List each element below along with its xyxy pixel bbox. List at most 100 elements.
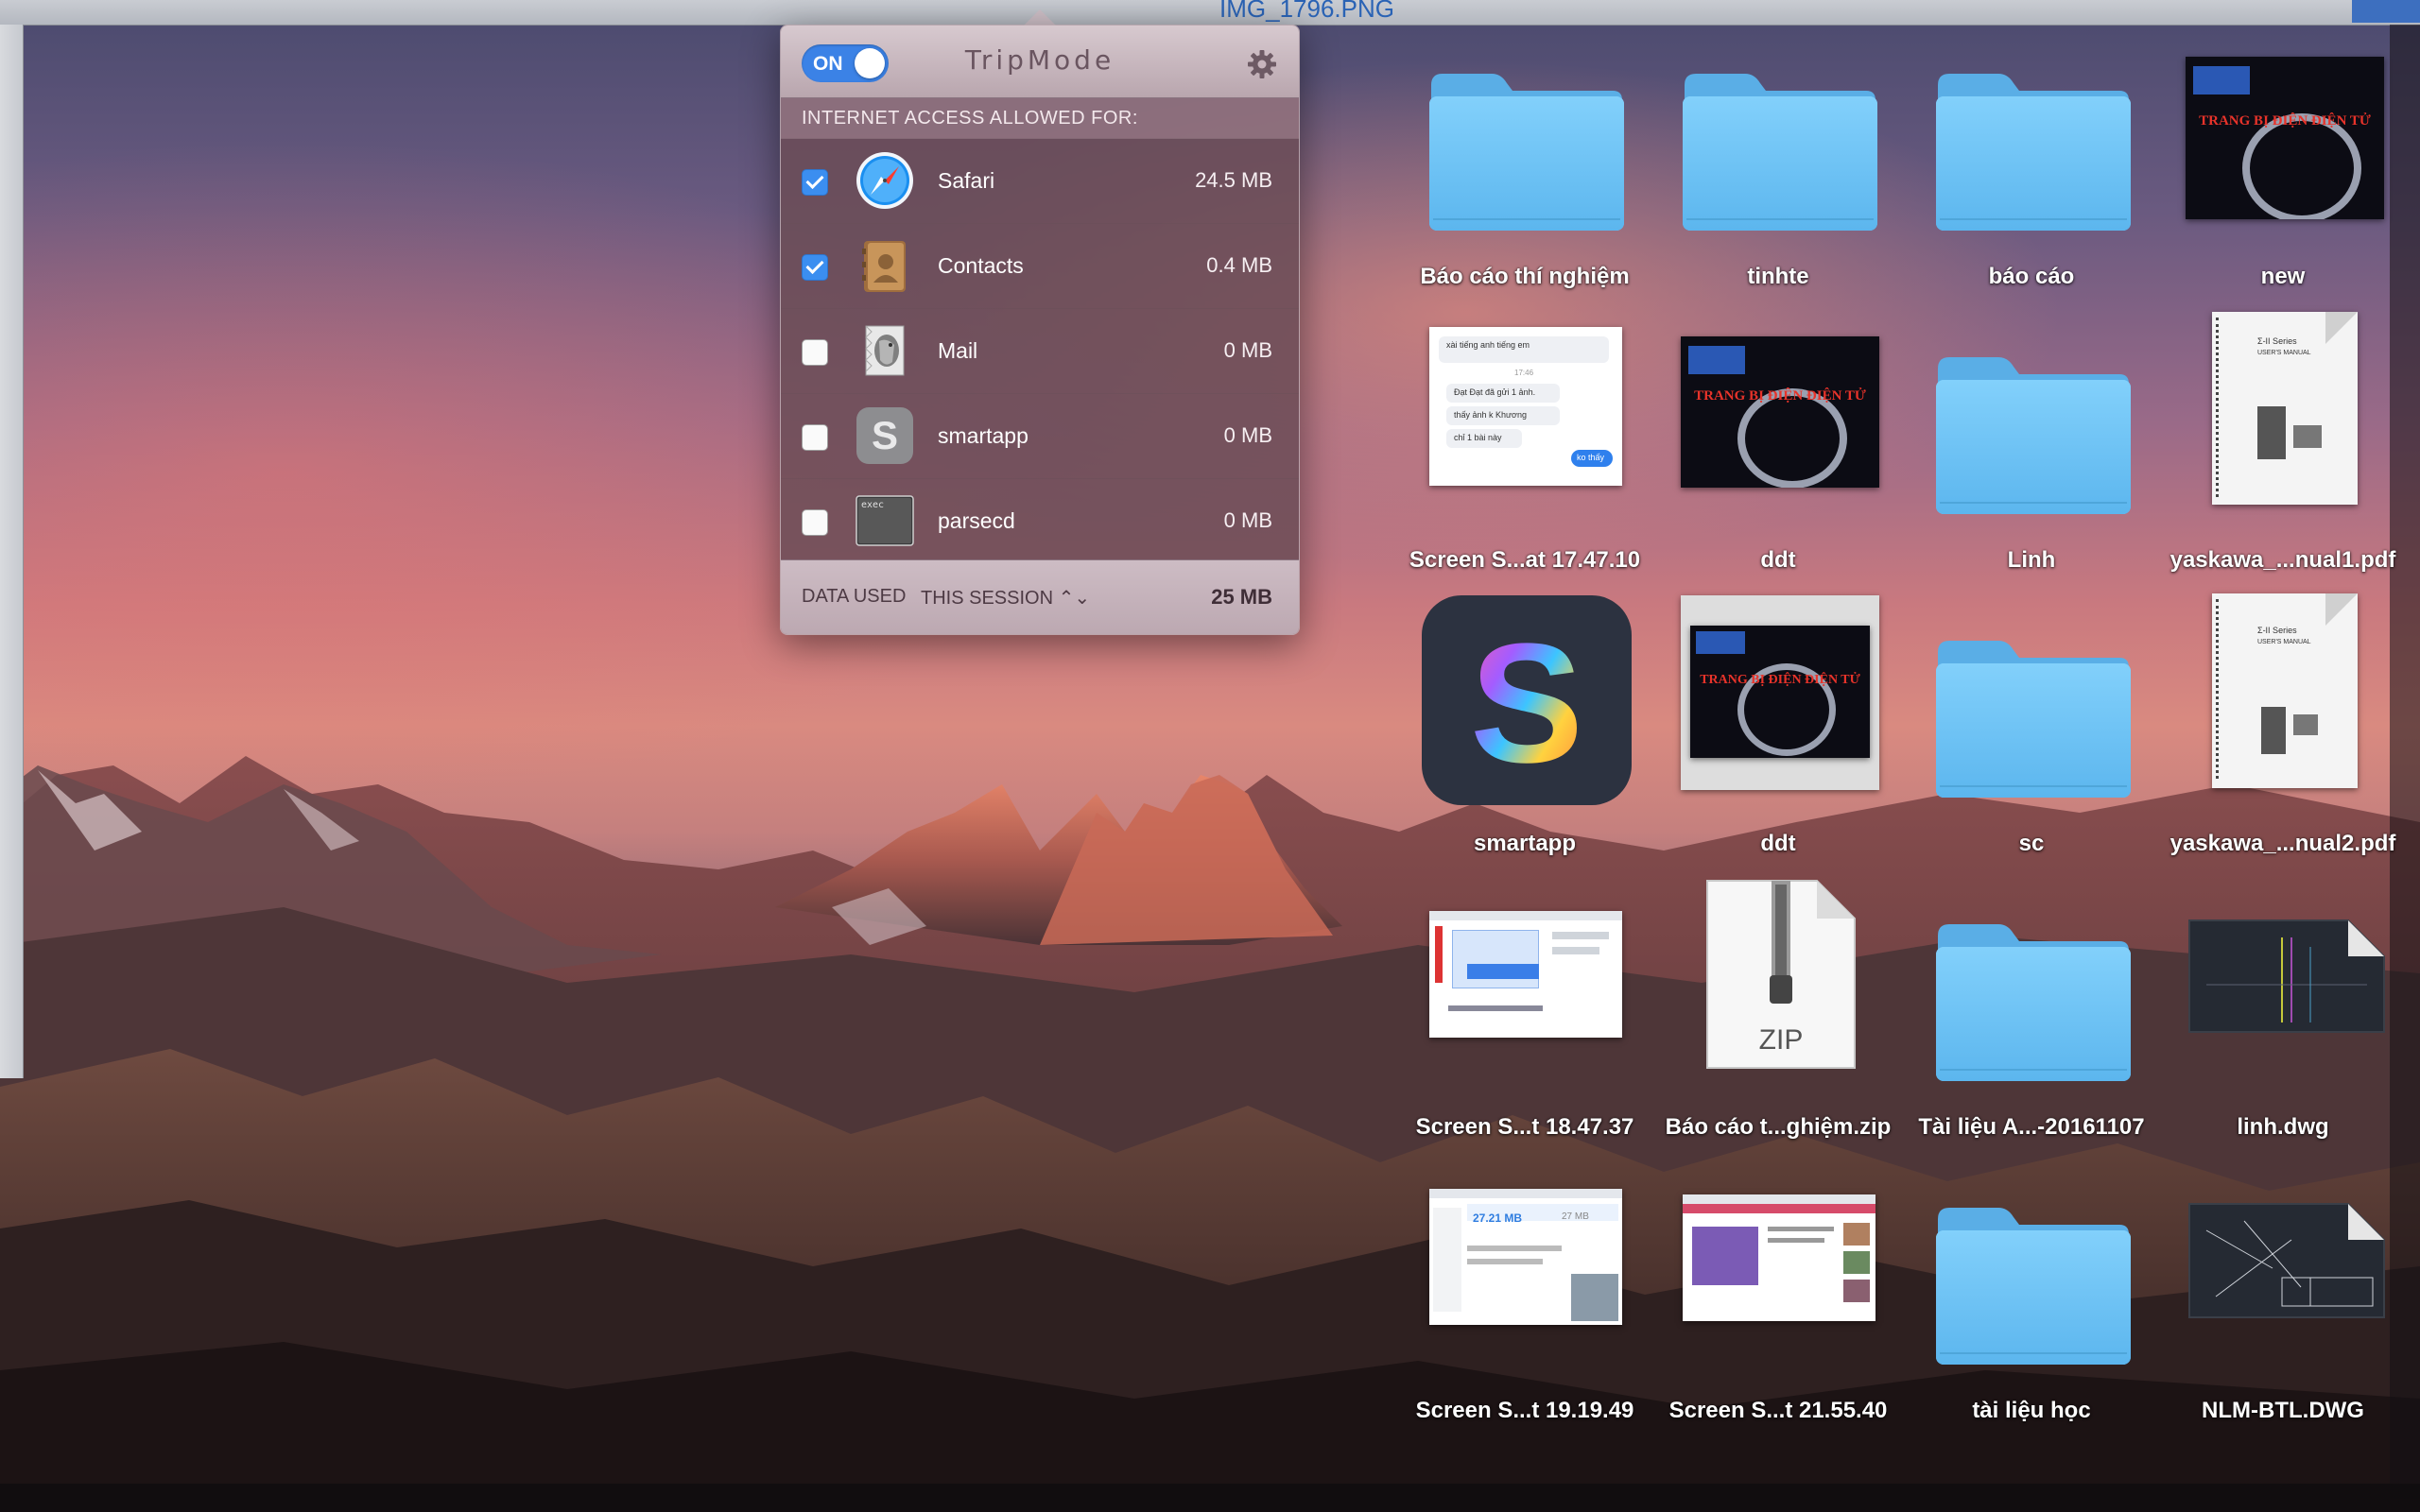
slide-title-text: TRANG BỊ ĐIỆN ĐIỆN TỬ: [1700, 673, 1860, 687]
app-thumb: S: [1397, 593, 1652, 820]
desktop-icon-folder[interactable]: tinhte: [1651, 26, 1906, 310]
desktop-icon-pdf[interactable]: Σ-II Series USER'S MANUAL yaskawa_...nua…: [2155, 593, 2411, 877]
pdf-page-icon: Σ-II Series USER'S MANUAL: [2212, 593, 2358, 788]
dwg-file-icon: [2188, 1203, 2385, 1318]
desktop-icon-folder[interactable]: báo cáo: [1904, 26, 2159, 310]
tripmode-popover: ON TripMode INTERNET ACCESS ALLOWED FOR:: [780, 25, 1300, 635]
desktop-icon-screenshot[interactable]: Screen S...t 21.55.40: [1651, 1160, 1906, 1444]
smartapp-checkbox[interactable]: [802, 424, 828, 451]
slide-title-text: TRANG BỊ ĐIỆN ĐIỆN TỬ: [2199, 113, 2371, 129]
app-data-size: 0 MB: [1223, 338, 1272, 362]
folder-thumb: [1904, 593, 2159, 820]
smartapp-icon: S: [1422, 595, 1632, 805]
tripmode-title: TripMode: [964, 44, 1115, 76]
app-name: Contacts: [938, 253, 1024, 278]
data-used-total: 25 MB: [1211, 585, 1272, 609]
presentation-icon: TRANG BỊ ĐIỆN ĐIỆN TỬ: [1681, 595, 1879, 790]
app-name: parsecd: [938, 508, 1015, 533]
pdf-thumb: Σ-II Series USER'S MANUAL: [2155, 310, 2411, 537]
folder-icon: [1932, 635, 2133, 801]
desktop-icon-folder[interactable]: Tài liệu A...-20161107: [1904, 877, 2159, 1160]
pdf-series-text: Σ-II Series: [2257, 626, 2297, 635]
background-window-left-edge: [0, 25, 24, 1078]
session-period-selector[interactable]: THIS SESSION ⌃⌄: [921, 586, 1090, 610]
presentation-thumb: TRANG BỊ ĐIỆN ĐIỆN TỬ: [1651, 593, 1906, 820]
safari-checkbox[interactable]: [802, 169, 828, 196]
desktop-icon-zip[interactable]: ZIP Báo cáo t...ghiệm.zip: [1651, 877, 1906, 1160]
exec-label: exec: [861, 500, 884, 510]
smartapp-glyph: S: [1470, 609, 1583, 799]
desktop-icon-label: yaskawa_...nual1.pdf: [2169, 547, 2396, 573]
tripmode-header: ON TripMode: [781, 26, 1299, 98]
screenshot-data-value: 27.21 MB: [1473, 1211, 1523, 1225]
folder-thumb: [1397, 26, 1652, 253]
app-row-contacts[interactable]: Contacts 0.4 MB: [781, 223, 1299, 309]
desktop-icon-folder[interactable]: Báo cáo thí nghiệm: [1397, 26, 1652, 310]
pdf-page-icon: Σ-II Series USER'S MANUAL: [2212, 312, 2358, 505]
pdf-series-text: Σ-II Series: [2257, 336, 2297, 346]
desktop-icon-dwg[interactable]: linh.dwg: [2155, 877, 2411, 1160]
app-data-size: 0 MB: [1223, 508, 1272, 532]
presentation-icon: TRANG BỊ ĐIỆN ĐIỆN TỬ: [2186, 57, 2384, 219]
background-window-titlebar: IMG_1796.PNG: [0, 0, 2420, 26]
desktop-icon-screenshot[interactable]: 27.21 MB 27 MB Screen S...t 19.19.49: [1397, 1160, 1652, 1444]
desktop-icon-label: yaskawa_...nual2.pdf: [2169, 831, 2396, 856]
allowed-section-header: INTERNET ACCESS ALLOWED FOR:: [781, 98, 1299, 139]
presentation-thumb: TRANG BỊ ĐIỆN ĐIỆN TỬ: [2155, 26, 2411, 253]
tripmode-footer: DATA USED THIS SESSION ⌃⌄ 25 MB: [781, 559, 1299, 634]
desktop-icon-presentation[interactable]: TRANG BỊ ĐIỆN ĐIỆN TỬ ddt: [1651, 593, 1906, 877]
app-name: Safari: [938, 168, 995, 193]
desktop-icon-folder[interactable]: sc: [1904, 593, 2159, 877]
desktop-icon-screenshot[interactable]: Screen S...t 18.47.37: [1397, 877, 1652, 1160]
desktop-icon-folder[interactable]: tài liệu học: [1904, 1160, 2159, 1444]
app-row-safari[interactable]: Safari 24.5 MB: [781, 138, 1299, 224]
desktop-bottom-edge: [0, 1484, 2420, 1512]
data-used-label: DATA USED: [802, 586, 907, 607]
pdf-manual-text: USER'S MANUAL: [2257, 350, 2311, 356]
screenshot-preview: 27.21 MB 27 MB: [1429, 1189, 1622, 1325]
app-row-parsecd[interactable]: exec parsecd 0 MB: [781, 478, 1299, 564]
desktop-icon-label: linh.dwg: [2237, 1114, 2329, 1140]
chat-line: thấy ảnh k Khương: [1454, 410, 1527, 420]
parsecd-checkbox[interactable]: [802, 509, 828, 536]
screenshot-thumb: [1397, 877, 1652, 1104]
desktop-icon-app[interactable]: S smartapp: [1397, 593, 1652, 877]
smartapp-icon: S: [856, 407, 913, 464]
screenshot-preview: xài tiếng anh tiếng em 17:46 Đạt Đạt đã …: [1429, 327, 1622, 486]
gear-icon[interactable]: [1246, 48, 1278, 80]
dwg-thumb: [2155, 877, 2411, 1104]
allowed-section-label: INTERNET ACCESS ALLOWED FOR:: [802, 108, 1138, 129]
pdf-manual-text: USER'S MANUAL: [2257, 639, 2311, 645]
desktop-icon-pdf[interactable]: Σ-II Series USER'S MANUAL yaskawa_...nua…: [2155, 310, 2411, 593]
slide-frame: TRANG BỊ ĐIỆN ĐIỆN TỬ: [1690, 626, 1870, 758]
chat-line: Đạt Đạt đã gửi 1 ảnh.: [1454, 387, 1536, 397]
app-data-size: 0.4 MB: [1206, 253, 1272, 277]
desktop-icon-presentation[interactable]: TRANG BỊ ĐIỆN ĐIỆN TỬ new: [2155, 26, 2411, 310]
desktop-icon-label: new: [2260, 264, 2306, 289]
app-name: Mail: [938, 338, 978, 363]
presentation-icon: TRANG BỊ ĐIỆN ĐIỆN TỬ: [1681, 336, 1879, 488]
chat-line: chỉ 1 bài này: [1454, 433, 1502, 442]
desktop-icon-folder[interactable]: Linh: [1904, 310, 2159, 593]
mail-checkbox[interactable]: [802, 339, 828, 366]
slide-title-text: TRANG BỊ ĐIỆN ĐIỆN TỬ: [1694, 388, 1866, 404]
contacts-checkbox[interactable]: [802, 254, 828, 281]
background-window-selection: [2352, 0, 2420, 23]
folder-icon: [1932, 352, 2133, 518]
app-row-mail[interactable]: Mail 0 MB: [781, 308, 1299, 394]
pdf-thumb: Σ-II Series USER'S MANUAL: [2155, 593, 2411, 820]
contacts-icon: [862, 241, 906, 292]
folder-icon: [1426, 68, 1626, 234]
screenshot-thumb: [1651, 1160, 1906, 1387]
screenshot-preview: [1683, 1194, 1876, 1321]
app-row-smartapp[interactable]: S smartapp 0 MB: [781, 393, 1299, 479]
desktop-icon-presentation[interactable]: TRANG BỊ ĐIỆN ĐIỆN TỬ ddt: [1651, 310, 1906, 593]
screenshot-preview: [1429, 911, 1622, 1038]
safari-icon: [856, 152, 913, 209]
chat-line: xài tiếng anh tiếng em: [1446, 340, 1530, 350]
folder-thumb: [1651, 26, 1906, 253]
desktop-icon-dwg[interactable]: NLM-BTL.DWG: [2155, 1160, 2411, 1444]
background-window-filename[interactable]: IMG_1796.PNG: [1219, 0, 1394, 24]
desktop-icon-screenshot[interactable]: xài tiếng anh tiếng em 17:46 Đạt Đạt đã …: [1397, 310, 1652, 593]
dwg-thumb: [2155, 1160, 2411, 1387]
